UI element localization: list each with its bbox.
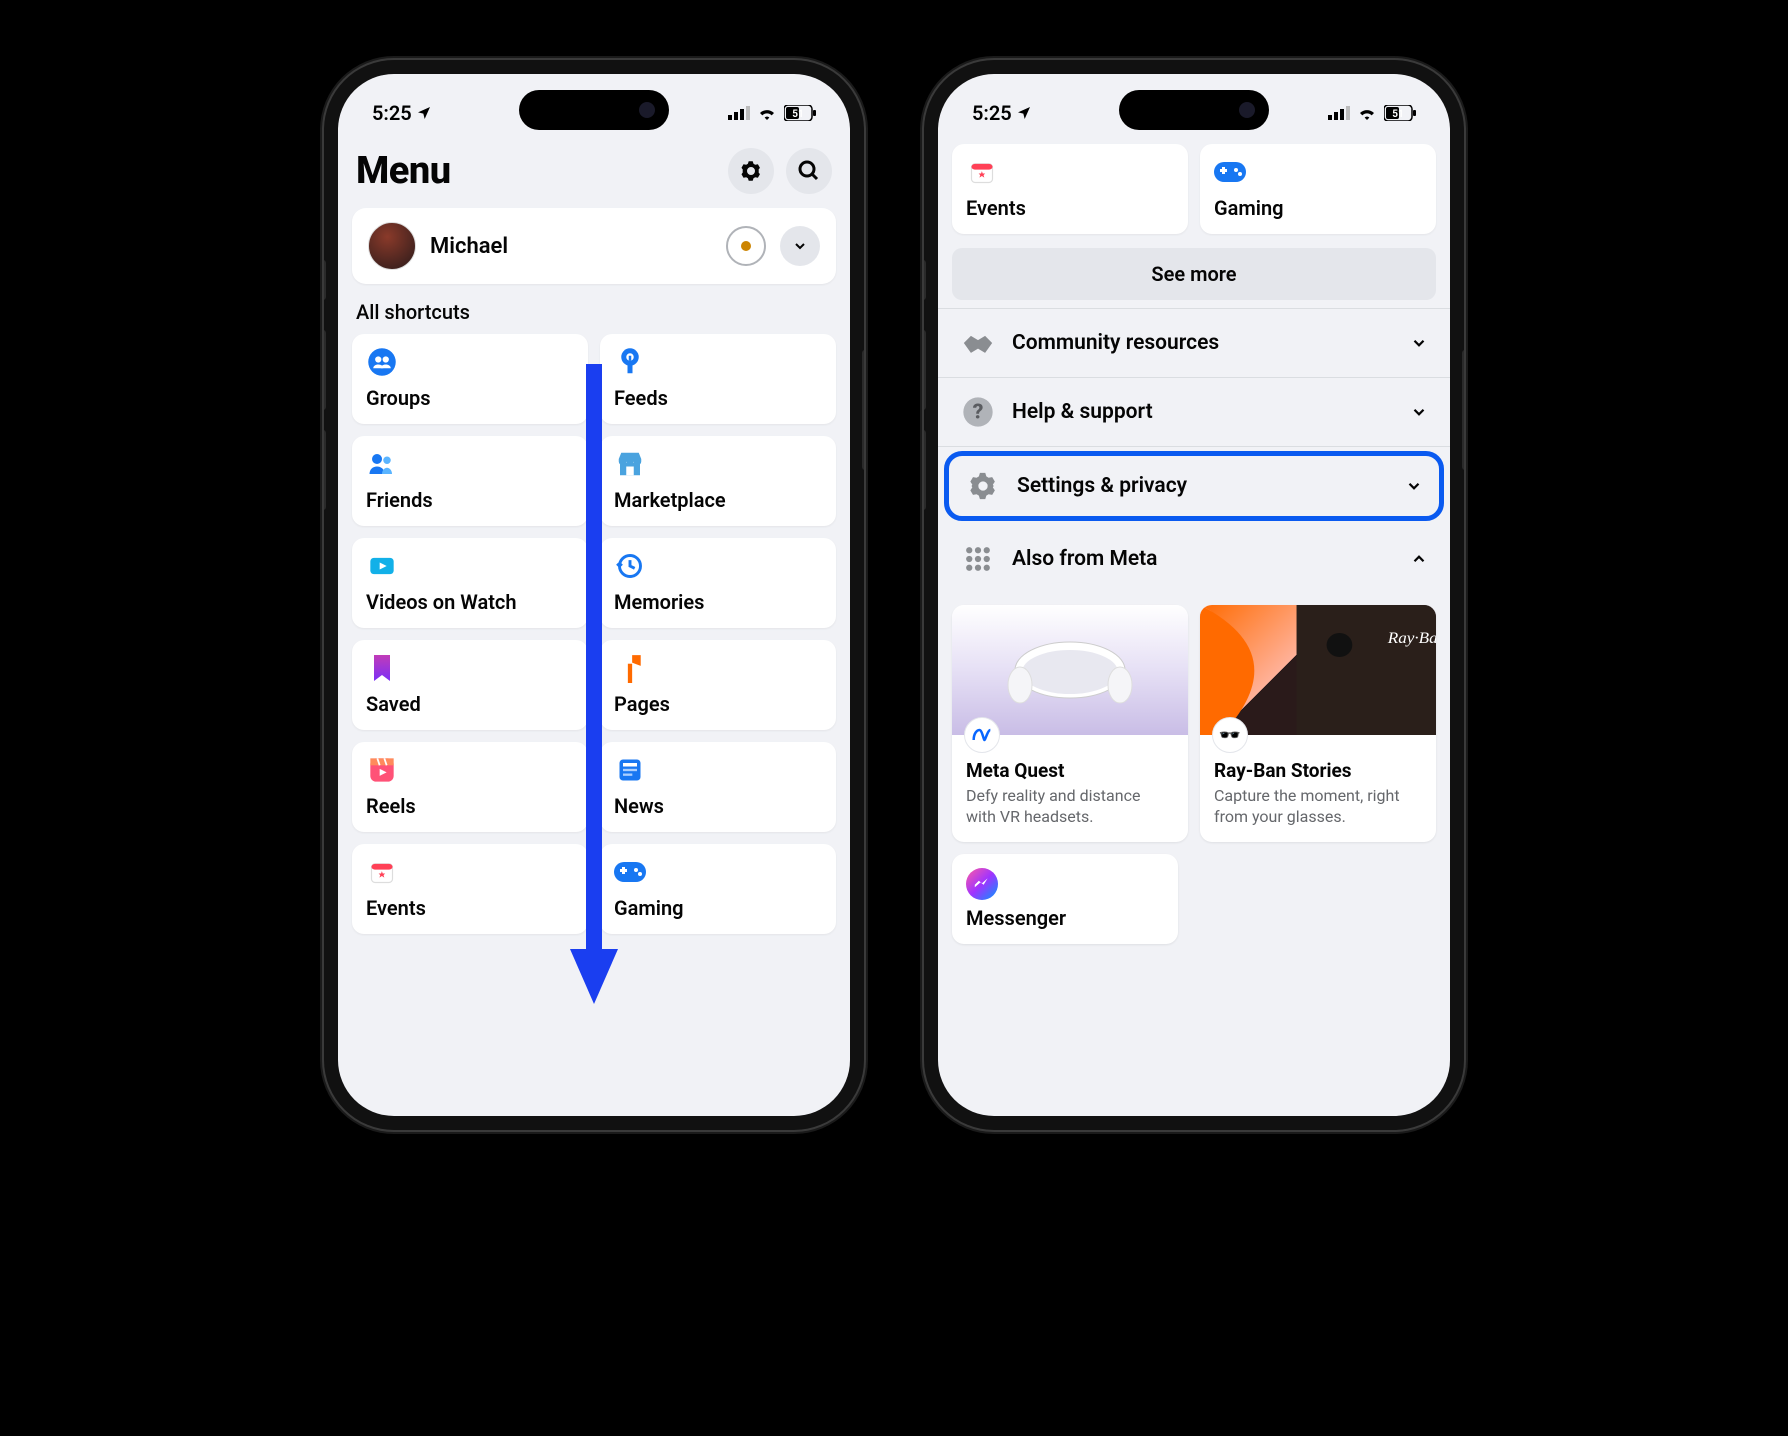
avatar (368, 222, 416, 270)
profile-name: Michael (430, 234, 712, 259)
chevron-down-icon (1410, 403, 1428, 421)
svg-text:51: 51 (792, 109, 803, 120)
battery-icon: 51 (784, 105, 816, 121)
glasses-icon: 🕶️ (1212, 717, 1248, 753)
shortcut-friends[interactable]: Friends (352, 436, 588, 526)
marketplace-icon (614, 448, 646, 480)
wifi-icon (757, 106, 777, 120)
shortcut-memories[interactable]: Memories (600, 538, 836, 628)
meta-cards: Meta Quest Defy reality and distance wit… (938, 593, 1450, 842)
svg-text:51: 51 (1392, 109, 1403, 120)
location-icon (416, 105, 432, 121)
search-button[interactable] (786, 148, 832, 194)
messenger-label: Messenger (966, 906, 1164, 930)
pages-icon (614, 652, 646, 684)
dynamic-island (1119, 90, 1269, 130)
phone-right: 5:25 51 Events Gaming See more (924, 60, 1464, 1130)
svg-text:?: ? (973, 400, 984, 425)
meta-card-desc: Defy reality and distance with VR headse… (966, 786, 1174, 828)
groups-icon (366, 346, 398, 378)
events-icon (966, 156, 998, 188)
shortcut-videos[interactable]: Videos on Watch (352, 538, 588, 628)
shortcut-news[interactable]: News (600, 742, 836, 832)
chevron-up-icon (1410, 550, 1428, 568)
header: Menu (338, 138, 850, 208)
gear-icon (739, 159, 763, 183)
help-icon: ? (960, 394, 996, 430)
search-icon (797, 159, 821, 183)
svg-text:Ray·Ban: Ray·Ban (1387, 629, 1436, 647)
messenger-icon (966, 868, 998, 900)
shortcut-gaming[interactable]: Gaming (600, 844, 836, 934)
location-icon (1016, 105, 1032, 121)
news-icon (614, 754, 646, 786)
menu-row-help[interactable]: ? Help & support (938, 378, 1450, 447)
shortcut-events[interactable]: Events (352, 844, 588, 934)
feeds-icon (614, 346, 646, 378)
menu-list: Community resources ? Help & support Set… (938, 308, 1450, 593)
shortcut-reels[interactable]: Reels (352, 742, 588, 832)
friends-icon (366, 448, 398, 480)
meta-card-messenger[interactable]: Messenger (952, 854, 1178, 944)
meta-card-title: Meta Quest (966, 759, 1174, 782)
profile-card[interactable]: Michael (352, 208, 836, 284)
sync-icon[interactable] (726, 226, 766, 266)
dynamic-island (519, 90, 669, 130)
grid-icon (960, 541, 996, 577)
gear-icon (965, 468, 1001, 504)
see-more-button[interactable]: See more (952, 248, 1436, 300)
meta-quest-image (952, 605, 1188, 735)
page-title: Menu (356, 149, 451, 193)
gaming-icon (614, 856, 646, 888)
handshake-icon (960, 325, 996, 361)
chevron-down-icon (1410, 334, 1428, 352)
settings-button[interactable] (728, 148, 774, 194)
status-time: 5:25 (972, 101, 1012, 125)
meta-card-rayban[interactable]: Ray·Ban 🕶️ Ray-Ban Stories Capture the m… (1200, 605, 1436, 842)
cellular-icon (1328, 106, 1350, 120)
meta-logo-icon (964, 717, 1000, 753)
meta-card-title: Ray-Ban Stories (1214, 759, 1422, 782)
shortcut-marketplace[interactable]: Marketplace (600, 436, 836, 526)
shortcut-grid: Groups Feeds Friends Marketplace Videos … (338, 334, 850, 934)
screen-right: 5:25 51 Events Gaming See more (938, 74, 1450, 1116)
menu-row-community[interactable]: Community resources (938, 309, 1450, 378)
chevron-down-icon (1405, 477, 1423, 495)
meta-card-quest[interactable]: Meta Quest Defy reality and distance wit… (952, 605, 1188, 842)
cellular-icon (728, 106, 750, 120)
menu-row-settings-privacy[interactable]: Settings & privacy (944, 451, 1444, 521)
reels-icon (366, 754, 398, 786)
videos-icon (366, 550, 398, 582)
gaming-icon (1214, 156, 1246, 188)
status-time: 5:25 (372, 101, 412, 125)
saved-icon (366, 652, 398, 684)
events-icon (366, 856, 398, 888)
profile-switch-button[interactable] (780, 226, 820, 266)
chevron-down-icon (792, 238, 808, 254)
phone-left: 5:25 51 Menu Michael (324, 60, 864, 1130)
screen-left: 5:25 51 Menu Michael (338, 74, 850, 1116)
shortcut-saved[interactable]: Saved (352, 640, 588, 730)
meta-card-desc: Capture the moment, right from your glas… (1214, 786, 1422, 828)
battery-icon: 51 (1384, 105, 1416, 121)
shortcut-events[interactable]: Events (952, 144, 1188, 234)
shortcut-gaming[interactable]: Gaming (1200, 144, 1436, 234)
shortcut-groups[interactable]: Groups (352, 334, 588, 424)
shortcut-feeds[interactable]: Feeds (600, 334, 836, 424)
memories-icon (614, 550, 646, 582)
section-label: All shortcuts (338, 284, 850, 334)
top-tiles: Events Gaming (938, 138, 1450, 234)
wifi-icon (1357, 106, 1377, 120)
menu-row-also-meta[interactable]: Also from Meta (938, 525, 1450, 593)
rayban-image: Ray·Ban 🕶️ (1200, 605, 1436, 735)
shortcut-pages[interactable]: Pages (600, 640, 836, 730)
